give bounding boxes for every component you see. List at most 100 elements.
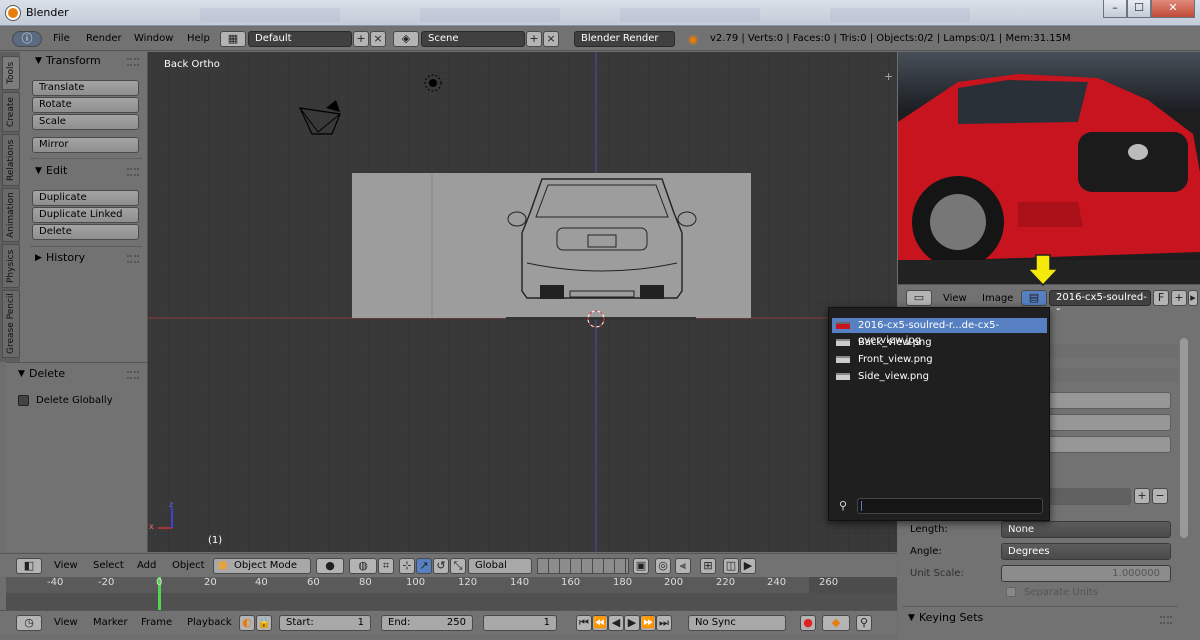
unit-scale-field[interactable]: 1.000000 xyxy=(1001,565,1171,582)
viewport-shading-icon[interactable]: ● xyxy=(316,558,344,574)
menu-view[interactable]: View xyxy=(54,617,78,628)
menu-frame[interactable]: Frame xyxy=(141,617,172,628)
new-image-icon[interactable]: + xyxy=(1171,290,1187,306)
popup-image-item[interactable]: Side_view.png xyxy=(832,369,1047,384)
drag-grip-icon[interactable] xyxy=(127,255,139,263)
mode-select[interactable]: Object Mode xyxy=(213,558,311,574)
menu-image[interactable]: Image xyxy=(982,293,1013,304)
tab-tools[interactable]: Tools xyxy=(2,56,20,90)
jump-start-icon[interactable]: ⏮ xyxy=(576,615,592,631)
render-preview-icon[interactable]: ◫ xyxy=(723,558,739,574)
scale-manipulator-icon[interactable]: ⤡ xyxy=(450,558,466,574)
menu-add[interactable]: Add xyxy=(137,560,156,571)
next-keyframe-icon[interactable]: ⏩ xyxy=(640,615,656,631)
play-icon[interactable]: ▶ xyxy=(624,615,640,631)
proportional-edit-icon[interactable]: ◎ xyxy=(655,558,671,574)
angle-select[interactable]: Degrees xyxy=(1001,543,1171,560)
scale-button[interactable]: Scale xyxy=(32,114,139,130)
remove-layout-icon[interactable]: × xyxy=(370,31,386,47)
delete-globally-checkbox[interactable] xyxy=(18,395,29,406)
jump-end-icon[interactable]: ⏭ xyxy=(656,615,672,631)
separate-units-checkbox[interactable] xyxy=(1006,587,1016,597)
tab-grease-pencil[interactable]: Grease Pencil xyxy=(2,290,20,358)
popup-image-item[interactable]: 2016-cx5-soulred-r...de-cx5-overview.jpg xyxy=(832,318,1047,346)
scene-field[interactable]: Scene xyxy=(421,31,525,47)
pivot-point-icon[interactable]: ◍ xyxy=(349,558,377,574)
image-editor-preview[interactable] xyxy=(898,52,1200,284)
end-frame-field[interactable]: End: 250 xyxy=(381,615,473,631)
scene-icon[interactable]: ◈ xyxy=(393,31,419,47)
editor-type-info-icon[interactable]: ⓘ xyxy=(12,31,42,47)
current-frame-field[interactable]: 1 xyxy=(483,615,557,631)
snap-element-icon[interactable]: ⫷ xyxy=(675,558,691,574)
collapse-arrow-icon[interactable]: ▼ xyxy=(18,369,25,379)
preview-range-icon[interactable]: ◐ xyxy=(239,615,255,631)
camera-object-icon[interactable] xyxy=(296,98,346,138)
tab-create[interactable]: Create xyxy=(2,92,20,132)
menu-window[interactable]: Window xyxy=(134,33,173,44)
tab-physics[interactable]: Physics xyxy=(2,244,20,288)
menu-select[interactable]: Select xyxy=(93,560,124,571)
record-icon[interactable]: ● xyxy=(800,615,816,631)
image-name-field[interactable]: 2016-cx5-soulred-r... xyxy=(1049,290,1151,317)
mirror-button[interactable]: Mirror xyxy=(32,137,139,153)
delete-button[interactable]: Delete xyxy=(32,224,139,240)
menu-file[interactable]: File xyxy=(53,33,70,44)
region-toggle-icon[interactable]: + xyxy=(884,70,893,83)
rotate-button[interactable]: Rotate xyxy=(32,97,139,113)
manipulator-icon[interactable]: ⌗ xyxy=(378,558,394,574)
remove-preset-icon[interactable]: − xyxy=(1152,488,1168,504)
3d-viewport[interactable]: Back Ortho z x (1) + xyxy=(148,52,897,552)
lock-icon[interactable]: 🔒 xyxy=(256,615,272,631)
lock-layers-icon[interactable]: ▣ xyxy=(633,558,649,574)
menu-view[interactable]: View xyxy=(54,560,78,571)
panel-edit-header[interactable]: Edit xyxy=(46,164,67,177)
add-layout-icon[interactable]: + xyxy=(353,31,369,47)
editor-type-image-icon[interactable]: ▭ xyxy=(906,290,932,306)
panel-history-header[interactable]: History xyxy=(46,251,85,264)
render-animation-icon[interactable]: ▶ xyxy=(740,558,756,574)
drag-grip-icon[interactable] xyxy=(127,168,139,176)
duplicate-button[interactable]: Duplicate xyxy=(32,190,139,206)
transform-manipulator-icon[interactable]: ⊹ xyxy=(399,558,415,574)
drag-grip-icon[interactable] xyxy=(1160,616,1172,624)
minimize-button[interactable]: – xyxy=(1103,0,1127,18)
menu-marker[interactable]: Marker xyxy=(93,617,128,628)
editor-type-3d-icon[interactable]: ◧ xyxy=(16,558,42,574)
panel-transform-header[interactable]: Transform xyxy=(46,54,101,67)
menu-view[interactable]: View xyxy=(943,293,967,304)
menu-object[interactable]: Object xyxy=(172,560,205,571)
screen-layout-field[interactable]: Default xyxy=(248,31,352,47)
render-engine-select[interactable]: Blender Render xyxy=(574,31,675,47)
properties-scrollbar[interactable] xyxy=(1180,338,1188,538)
keying-icon[interactable]: ◆ xyxy=(822,615,850,631)
add-preset-icon[interactable]: + xyxy=(1134,488,1150,504)
collapse-arrow-icon[interactable]: ▼ xyxy=(908,613,915,623)
start-frame-field[interactable]: Start: 1 xyxy=(279,615,371,631)
drag-grip-icon[interactable] xyxy=(127,58,139,66)
collapse-arrow-icon[interactable]: ▼ xyxy=(35,166,42,176)
popup-image-item[interactable]: Front_view.png xyxy=(832,352,1047,367)
play-reverse-icon[interactable]: ◀ xyxy=(608,615,624,631)
search-input[interactable] xyxy=(857,498,1043,514)
menu-help[interactable]: Help xyxy=(187,33,210,44)
screen-layout-icon[interactable]: ▦ xyxy=(220,31,246,47)
keying-sets-header[interactable]: Keying Sets xyxy=(919,611,983,624)
fake-user-button[interactable]: F xyxy=(1153,290,1169,306)
3d-cursor-icon[interactable] xyxy=(585,308,607,330)
sync-mode-select[interactable]: No Sync xyxy=(688,615,786,631)
length-select[interactable]: None xyxy=(1001,521,1171,538)
remove-scene-icon[interactable]: × xyxy=(543,31,559,47)
duplicate-linked-button[interactable]: Duplicate Linked xyxy=(32,207,139,223)
rotate-manipulator-icon[interactable]: ↺ xyxy=(433,558,449,574)
transform-orientation-select[interactable]: Global xyxy=(468,558,532,574)
popup-image-item[interactable]: Back_view.png xyxy=(832,335,1047,350)
translate-manipulator-icon[interactable]: ↗ xyxy=(416,558,432,574)
add-scene-icon[interactable]: + xyxy=(526,31,542,47)
close-button[interactable]: ✕ xyxy=(1151,0,1195,18)
maximize-button[interactable]: ☐ xyxy=(1127,0,1151,18)
lamp-object-icon[interactable] xyxy=(422,72,444,94)
tab-relations[interactable]: Relations xyxy=(2,134,20,186)
translate-button[interactable]: Translate xyxy=(32,80,139,96)
keyframe-icon[interactable]: ⚲ xyxy=(856,615,872,631)
